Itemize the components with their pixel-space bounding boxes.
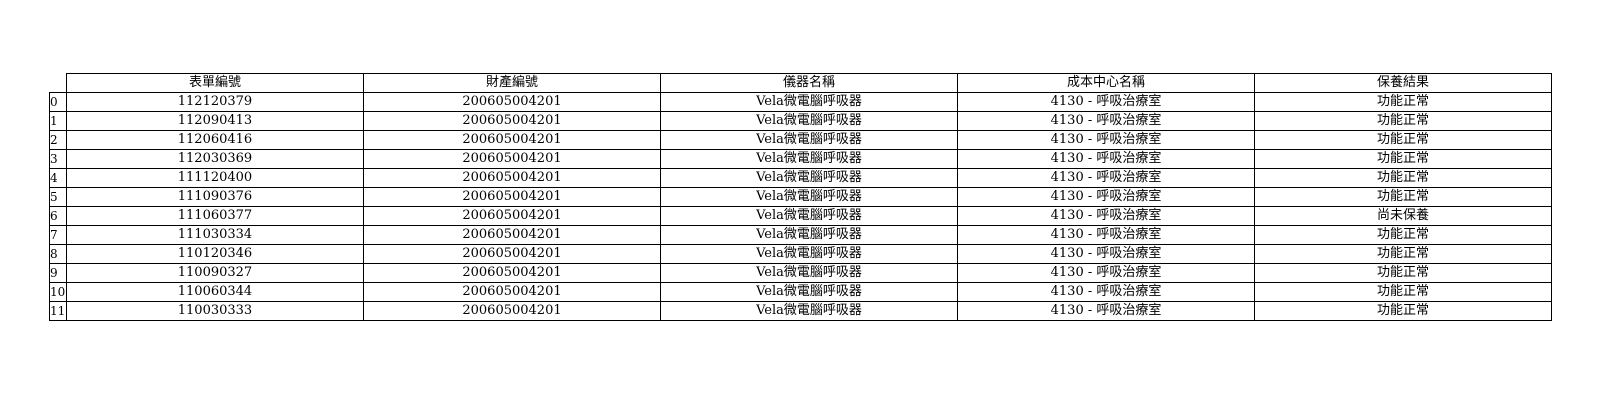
table-header-row: 表單編號 財產編號 儀器名稱 成本中心名稱 保養結果 <box>50 73 1552 93</box>
row-index-cell: 5 <box>49 187 67 207</box>
asset-number-cell: 200605004201 <box>363 92 661 112</box>
asset-number-cell: 200605004201 <box>363 149 661 169</box>
instrument-name-cell: Vela微電腦呼吸器 <box>660 187 958 207</box>
table-row: 7 111030334 200605004201 Vela微電腦呼吸器 4130 - 呼… <box>49 225 1552 245</box>
maintenance-result-cell: 功能正常 <box>1254 263 1552 283</box>
cost-center-cell: 4130 - 呼吸治療室 <box>957 130 1255 150</box>
maintenance-records-sheet: 表單編號 財產編號 儀器名稱 成本中心名稱 保養結果 0 112120379 200… <box>49 73 1552 321</box>
row-index-cell: 6 <box>49 206 67 226</box>
instrument-name-cell: Vela微電腦呼吸器 <box>660 244 958 264</box>
instrument-name-cell: Vela微電腦呼吸器 <box>660 149 958 169</box>
asset-number-cell: 200605004201 <box>363 244 661 264</box>
instrument-name-cell: Vela微電腦呼吸器 <box>660 225 958 245</box>
cost-center-cell: 4130 - 呼吸治療室 <box>957 92 1255 112</box>
instrument-name-cell: Vela微電腦呼吸器 <box>660 130 958 150</box>
maintenance-result-cell: 功能正常 <box>1254 168 1552 188</box>
index-header-corner <box>50 74 67 93</box>
form-number-cell: 112120379 <box>66 92 364 112</box>
row-index-cell: 8 <box>49 244 67 264</box>
maintenance-result-cell: 功能正常 <box>1254 244 1552 264</box>
cost-center-cell: 4130 - 呼吸治療室 <box>957 263 1255 283</box>
instrument-name-cell: Vela微電腦呼吸器 <box>660 206 958 226</box>
instrument-name-cell: Vela微電腦呼吸器 <box>660 282 958 302</box>
asset-number-cell: 200605004201 <box>363 111 661 131</box>
cost-center-cell: 4130 - 呼吸治療室 <box>957 187 1255 207</box>
instrument-name-cell: Vela微電腦呼吸器 <box>660 263 958 283</box>
asset-number-cell: 200605004201 <box>363 225 661 245</box>
cost-center-cell: 4130 - 呼吸治療室 <box>957 244 1255 264</box>
cost-center-cell: 4130 - 呼吸治療室 <box>957 168 1255 188</box>
form-number-cell: 111120400 <box>66 168 364 188</box>
form-number-cell: 110090327 <box>66 263 364 283</box>
row-index-cell: 0 <box>49 92 67 112</box>
cost-center-cell: 4130 - 呼吸治療室 <box>957 301 1255 321</box>
table-row: 9 110090327 200605004201 Vela微電腦呼吸器 4130 - 呼… <box>49 263 1552 283</box>
cost-center-cell: 4130 - 呼吸治療室 <box>957 206 1255 226</box>
asset-number-cell: 200605004201 <box>363 168 661 188</box>
table-row: 0 112120379 200605004201 Vela微電腦呼吸器 4130 - 呼… <box>49 92 1552 112</box>
cost-center-cell: 4130 - 呼吸治療室 <box>957 225 1255 245</box>
instrument-name-cell: Vela微電腦呼吸器 <box>660 111 958 131</box>
form-number-cell: 112030369 <box>66 149 364 169</box>
column-header-maintenance-result: 保養結果 <box>1254 73 1552 93</box>
table-row: 10 110060344 200605004201 Vela微電腦呼吸器 4130 - … <box>49 282 1552 302</box>
row-index-cell: 10 <box>49 282 67 302</box>
table-row: 8 110120346 200605004201 Vela微電腦呼吸器 4130 - 呼… <box>49 244 1552 264</box>
asset-number-cell: 200605004201 <box>363 187 661 207</box>
maintenance-result-cell: 功能正常 <box>1254 92 1552 112</box>
form-number-cell: 111090376 <box>66 187 364 207</box>
asset-number-cell: 200605004201 <box>363 206 661 226</box>
column-header-instrument-name: 儀器名稱 <box>660 73 958 93</box>
row-index-cell: 4 <box>49 168 67 188</box>
maintenance-result-cell: 功能正常 <box>1254 187 1552 207</box>
form-number-cell: 110120346 <box>66 244 364 264</box>
row-index-cell: 7 <box>49 225 67 245</box>
form-number-cell: 111060377 <box>66 206 364 226</box>
column-header-form-number: 表單編號 <box>66 73 364 93</box>
maintenance-result-cell: 功能正常 <box>1254 301 1552 321</box>
cost-center-cell: 4130 - 呼吸治療室 <box>957 282 1255 302</box>
column-header-asset-number: 財產編號 <box>363 73 661 93</box>
maintenance-result-cell: 功能正常 <box>1254 282 1552 302</box>
maintenance-records-table: 表單編號 財產編號 儀器名稱 成本中心名稱 保養結果 0 112120379 200… <box>49 73 1552 321</box>
asset-number-cell: 200605004201 <box>363 282 661 302</box>
table-row: 3 112030369 200605004201 Vela微電腦呼吸器 4130 - 呼… <box>49 149 1552 169</box>
row-index-cell: 9 <box>49 263 67 283</box>
row-index-cell: 3 <box>49 149 67 169</box>
cost-center-cell: 4130 - 呼吸治療室 <box>957 149 1255 169</box>
maintenance-result-cell: 功能正常 <box>1254 149 1552 169</box>
table-row: 1 112090413 200605004201 Vela微電腦呼吸器 4130 - 呼… <box>49 111 1552 131</box>
instrument-name-cell: Vela微電腦呼吸器 <box>660 168 958 188</box>
table-row: 6 111060377 200605004201 Vela微電腦呼吸器 4130 - 呼… <box>49 206 1552 226</box>
table-row: 11 110030333 200605004201 Vela微電腦呼吸器 4130 - … <box>49 301 1552 321</box>
row-index-cell: 2 <box>49 130 67 150</box>
row-index-cell: 11 <box>49 301 67 321</box>
form-number-cell: 110060344 <box>66 282 364 302</box>
form-number-cell: 110030333 <box>66 301 364 321</box>
asset-number-cell: 200605004201 <box>363 301 661 321</box>
instrument-name-cell: Vela微電腦呼吸器 <box>660 92 958 112</box>
column-header-cost-center: 成本中心名稱 <box>957 73 1255 93</box>
asset-number-cell: 200605004201 <box>363 263 661 283</box>
form-number-cell: 112090413 <box>66 111 364 131</box>
table-row: 5 111090376 200605004201 Vela微電腦呼吸器 4130 - 呼… <box>49 187 1552 207</box>
asset-number-cell: 200605004201 <box>363 130 661 150</box>
table-row: 4 111120400 200605004201 Vela微電腦呼吸器 4130 - 呼… <box>49 168 1552 188</box>
instrument-name-cell: Vela微電腦呼吸器 <box>660 301 958 321</box>
maintenance-result-cell: 尚未保養 <box>1254 206 1552 226</box>
form-number-cell: 111030334 <box>66 225 364 245</box>
row-index-cell: 1 <box>49 111 67 131</box>
maintenance-result-cell: 功能正常 <box>1254 130 1552 150</box>
maintenance-result-cell: 功能正常 <box>1254 111 1552 131</box>
table-row: 2 112060416 200605004201 Vela微電腦呼吸器 4130 - 呼… <box>49 130 1552 150</box>
cost-center-cell: 4130 - 呼吸治療室 <box>957 111 1255 131</box>
form-number-cell: 112060416 <box>66 130 364 150</box>
maintenance-result-cell: 功能正常 <box>1254 225 1552 245</box>
